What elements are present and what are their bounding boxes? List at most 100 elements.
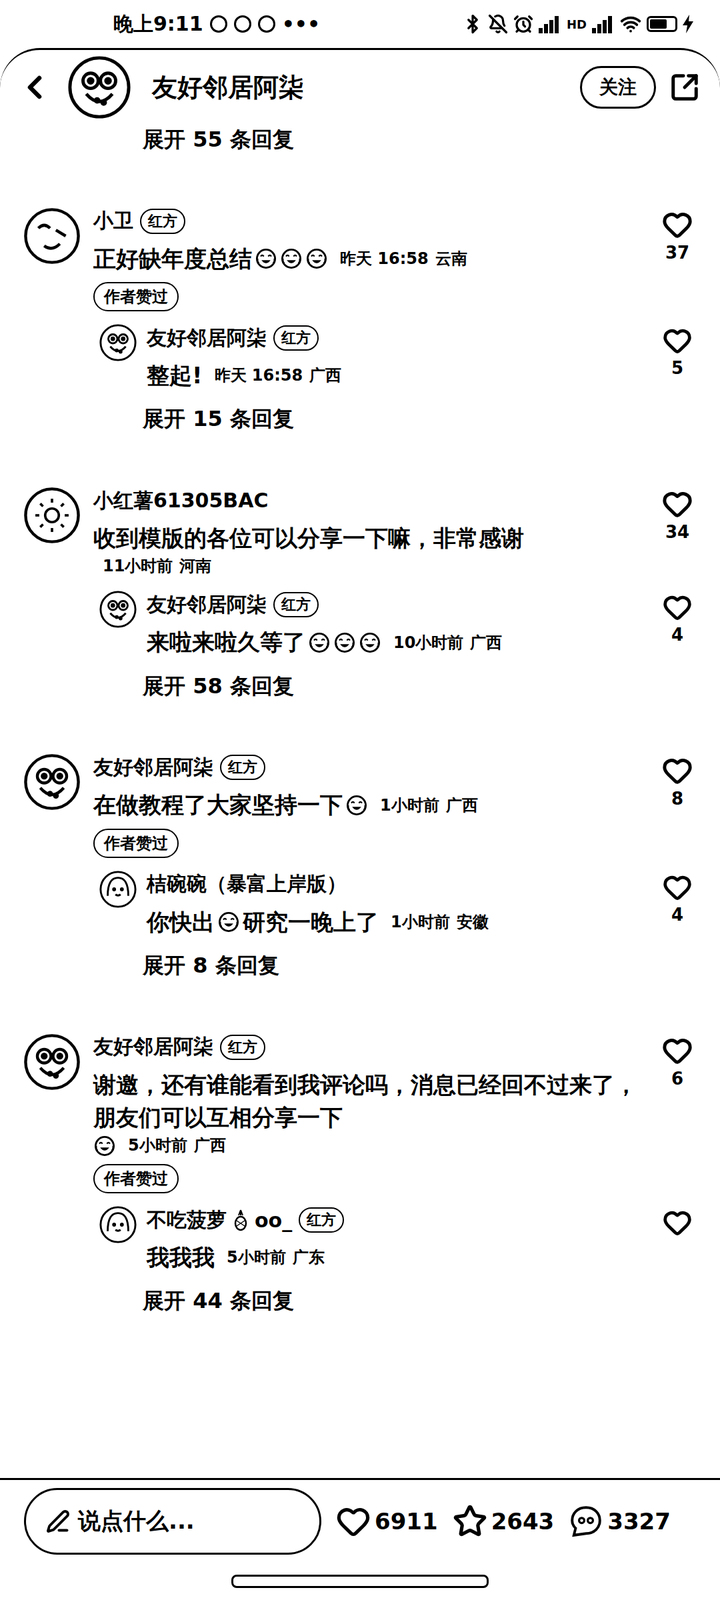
author-name: 桔碗碗（暴富上岸版） xyxy=(146,870,347,898)
status-time: 晚上9:11 xyxy=(113,10,204,38)
comment-meta: 昨天 16:58云南 xyxy=(340,247,468,271)
status-more: ••• xyxy=(282,12,321,36)
author-badge: 红方 xyxy=(220,754,266,780)
comment-text-segment: 整起! xyxy=(146,359,203,392)
like-action[interactable]: 6911 xyxy=(336,1504,438,1539)
author-liked-badge: 作者赞过 xyxy=(93,1164,179,1194)
comment-thread: 小红薯61305BAC收到模版的各位可以分享一下嘛，非常感谢11小时前河南 34 友… xyxy=(0,486,720,701)
comment-meta: 10小时前广西 xyxy=(393,631,502,655)
comment-meta: 1小时前广西 xyxy=(380,794,478,818)
author-line[interactable]: 不吃菠萝oo_红方 xyxy=(146,1205,642,1235)
like-button[interactable]: 8 xyxy=(650,752,704,809)
pencil-icon xyxy=(46,1509,70,1534)
follow-button[interactable]: 关注 xyxy=(580,66,656,109)
expand-replies[interactable]: 展开 44 条回复 xyxy=(0,1286,720,1316)
like-count: 34 xyxy=(665,522,690,542)
reply-row[interactable]: 桔碗碗（暴富上岸版）你快出研究一晚上了1小时前安徽4 xyxy=(0,870,720,939)
comment-row[interactable]: 小卫红方正好缺年度总结昨天 16:58云南作者赞过37 xyxy=(0,206,720,312)
author-badge: 红方 xyxy=(273,325,319,351)
comment-body: 小红薯61305BAC收到模版的各位可以分享一下嘛，非常感谢11小时前河南 xyxy=(93,486,639,578)
like-count: 8 xyxy=(671,788,684,809)
comment-location: 河南 xyxy=(179,554,212,578)
author-line[interactable]: 友好邻居阿柒红方 xyxy=(93,752,639,782)
app-notification-icon xyxy=(234,15,252,33)
laugh-cry-emoji-icon xyxy=(280,247,303,270)
action-count: 6911 xyxy=(374,1508,438,1535)
comment-text: 正好缺年度总结昨天 16:58云南 xyxy=(93,242,639,276)
share-button[interactable] xyxy=(669,72,700,103)
laugh-cry-emoji-icon xyxy=(305,247,328,270)
comment-text-segment: 来啦来啦久等了 xyxy=(146,626,306,659)
face-avatar-icon[interactable] xyxy=(22,206,82,266)
author-line[interactable]: 友好邻居阿柒红方 xyxy=(93,1032,639,1062)
collect-action[interactable]: 2643 xyxy=(452,1504,555,1539)
author-line[interactable]: 小红薯61305BAC xyxy=(93,486,639,516)
comment-time: 5小时前 xyxy=(128,1134,188,1158)
like-button[interactable]: 4 xyxy=(650,590,704,645)
author-name: 不吃菠萝 xyxy=(146,1206,227,1234)
owl-avatar-icon[interactable] xyxy=(98,590,138,629)
like-button[interactable] xyxy=(650,1205,704,1238)
comment-location: 安徽 xyxy=(456,910,489,934)
author-badge: 红方 xyxy=(220,1034,266,1060)
wifi-icon xyxy=(620,13,642,35)
owl-avatar-icon[interactable] xyxy=(22,1032,82,1092)
expand-replies[interactable]: 展开 58 条回复 xyxy=(0,671,720,702)
comment-body: 小卫红方正好缺年度总结昨天 16:58云南作者赞过 xyxy=(93,206,639,312)
comment-time: 1小时前 xyxy=(390,910,450,934)
like-button[interactable]: 5 xyxy=(650,323,704,378)
charging-icon xyxy=(682,14,694,34)
comment-row[interactable]: 友好邻居阿柒红方在做教程了大家坚持一下1小时前广西作者赞过 8 xyxy=(0,752,720,858)
author-badge: 红方 xyxy=(298,1207,344,1233)
comment-time: 5小时前 xyxy=(226,1246,286,1270)
author-line[interactable]: 友好邻居阿柒红方 xyxy=(146,323,642,353)
author-badge: 红方 xyxy=(140,208,186,234)
girl-avatar-icon[interactable] xyxy=(98,1205,138,1244)
comment-body: 不吃菠萝oo_红方我我我5小时前广东 xyxy=(146,1205,642,1274)
reply-row[interactable]: 不吃菠萝oo_红方我我我5小时前广东 xyxy=(0,1205,720,1274)
laugh-cry-emoji-icon xyxy=(217,910,240,934)
girl-avatar-icon[interactable] xyxy=(98,870,138,909)
reply-row[interactable]: 友好邻居阿柒红方来啦来啦久等了 10小时前广西 4 xyxy=(0,590,720,659)
owl-avatar-icon[interactable] xyxy=(22,752,82,812)
home-indicator-area xyxy=(0,1562,720,1600)
author-line[interactable]: 小卫红方 xyxy=(93,206,639,236)
expand-replies[interactable]: 展开 55 条回复 xyxy=(0,124,720,155)
heart-icon xyxy=(662,488,693,520)
comment-action[interactable]: 3327 xyxy=(568,1504,671,1539)
owl-avatar-icon[interactable] xyxy=(98,323,138,362)
comment-row[interactable]: 小红薯61305BAC收到模版的各位可以分享一下嘛，非常感谢11小时前河南 34 xyxy=(0,486,720,578)
input-placeholder: 说点什么... xyxy=(78,1506,195,1537)
comments-page: 晚上9:11•••HD友好邻居阿柒关注展开 55 条回复小卫红方正好缺年度总结昨… xyxy=(0,0,720,1600)
alarm-icon xyxy=(513,14,534,34)
comment-icon xyxy=(568,1504,604,1539)
like-button[interactable]: 6 xyxy=(650,1032,704,1089)
author-line[interactable]: 友好邻居阿柒红方 xyxy=(146,590,642,620)
expand-replies[interactable]: 展开 15 条回复 xyxy=(0,404,720,434)
author-name: 友好邻居阿柒 xyxy=(93,1033,214,1061)
like-button[interactable]: 37 xyxy=(650,206,704,263)
like-button[interactable]: 34 xyxy=(650,486,704,542)
app-notification-icon xyxy=(258,15,276,33)
like-button[interactable]: 4 xyxy=(650,870,704,925)
comment-text: 来啦来啦久等了 10小时前广西 xyxy=(146,626,642,659)
header-name[interactable]: 友好邻居阿柒 xyxy=(145,70,567,105)
sun-avatar-icon[interactable] xyxy=(22,486,82,545)
expand-replies[interactable]: 展开 8 条回复 xyxy=(0,950,720,981)
like-count: 6 xyxy=(671,1068,684,1089)
battery-icon xyxy=(646,16,678,32)
signal-icon xyxy=(592,14,615,34)
author-name: 小红薯61305BAC xyxy=(93,487,268,515)
back-button[interactable] xyxy=(16,68,54,106)
comment-row[interactable]: 友好邻居阿柒红方谢邀，还有谁能看到我评论吗，消息已经回不过来了，朋友们可以互相分… xyxy=(0,1032,720,1194)
author-line[interactable]: 桔碗碗（暴富上岸版） xyxy=(146,870,642,900)
home-indicator[interactable] xyxy=(231,1574,489,1588)
author-name: 友好邻居阿柒 xyxy=(146,591,267,619)
reply-row[interactable]: 友好邻居阿柒红方整起!昨天 16:58广西5 xyxy=(0,323,720,392)
like-count: 4 xyxy=(671,904,684,925)
heart-icon xyxy=(662,326,692,356)
owl-avatar-icon[interactable] xyxy=(66,54,132,120)
comment-body: 友好邻居阿柒红方在做教程了大家坚持一下1小时前广西作者赞过 xyxy=(93,752,639,858)
comment-input[interactable]: 说点什么... xyxy=(24,1488,322,1555)
comment-list: 展开 55 条回复小卫红方正好缺年度总结昨天 16:58云南作者赞过 37 友好邻居… xyxy=(0,124,720,1478)
